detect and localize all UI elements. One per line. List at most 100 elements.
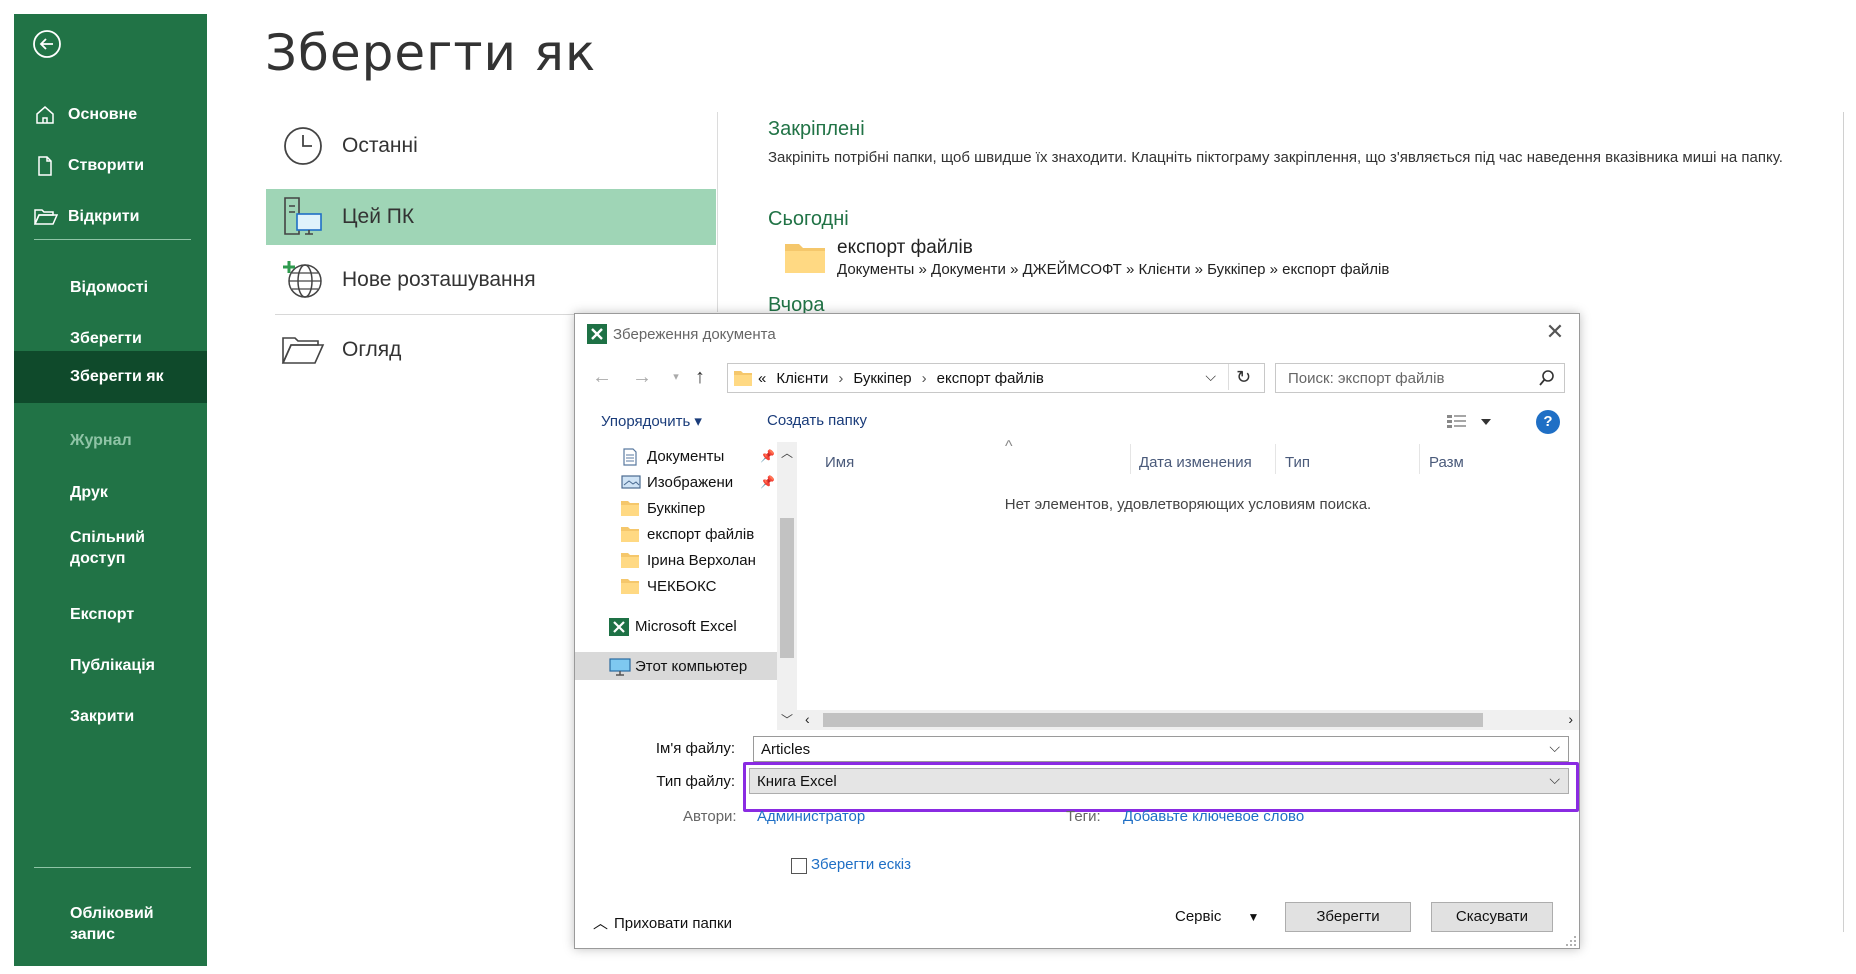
excel-icon <box>609 618 629 636</box>
tree-item-pictures[interactable]: Изображени 📌 <box>621 468 777 496</box>
organize-button[interactable]: Упорядочить ▾ <box>601 412 702 430</box>
save-thumbnail-label[interactable]: Зберегти ескіз <box>811 856 911 873</box>
pinned-description: Закріпіть потрібні папки, щоб швидше їх … <box>768 149 1783 166</box>
nav-open[interactable]: Відкрити <box>14 192 207 242</box>
refresh-icon[interactable]: ↻ <box>1228 364 1258 390</box>
filename-input[interactable]: Articles ⌵ <box>753 736 1569 762</box>
location-this-pc[interactable]: Цей ПК <box>266 189 716 245</box>
chevron-down-icon[interactable]: ⌵ <box>1549 739 1560 756</box>
computer-icon <box>278 195 328 239</box>
folder-open-icon <box>278 328 328 372</box>
tree-item-excel[interactable]: Microsoft Excel <box>609 612 777 640</box>
recent-locations-icon[interactable]: ▾ <box>663 364 689 390</box>
dialog-titlebar[interactable]: Збереження документа <box>587 322 776 346</box>
address-bar[interactable]: « Клієнти › Буккіпер › експорт файлів ⌵ <box>727 363 1265 393</box>
home-icon <box>34 103 64 127</box>
tree-scrollbar[interactable]: ︿ ﹀ <box>777 442 797 730</box>
save-button[interactable]: Зберегти <box>1285 902 1411 932</box>
nav-new[interactable]: Створити <box>14 141 207 191</box>
tags-value[interactable]: Добавьте ключевое слово <box>1123 808 1304 825</box>
breadcrumb-overflow[interactable]: « <box>758 370 766 387</box>
open-folder-icon <box>34 205 64 229</box>
help-icon[interactable]: ? <box>1536 410 1560 434</box>
nav-history: Журнал <box>70 432 132 449</box>
column-header-size[interactable]: Разм <box>1429 454 1464 471</box>
folder-icon <box>621 552 639 568</box>
dropdown-caret-icon: ▼ <box>1247 910 1260 924</box>
breadcrumb-separator-icon[interactable]: › <box>838 370 843 387</box>
nav-info[interactable]: Відомості <box>14 263 207 313</box>
scroll-up-icon[interactable]: ︿ <box>780 444 794 461</box>
nav-share[interactable]: Спільний доступ <box>14 518 207 578</box>
back-arrow-icon[interactable]: ← <box>589 364 615 390</box>
authors-label: Автори: <box>683 808 737 825</box>
column-header-date[interactable]: Дата изменения <box>1139 454 1252 471</box>
scroll-right-icon[interactable]: › <box>1568 711 1573 727</box>
horizontal-scrollbar[interactable]: ‹ › <box>797 710 1579 730</box>
scrollbar-thumb[interactable] <box>823 713 1483 727</box>
nav-print[interactable]: Друк <box>14 468 207 518</box>
tree-item-folder[interactable]: Буккіпер <box>621 494 777 522</box>
up-arrow-icon[interactable]: ↑ <box>687 364 713 390</box>
pin-icon[interactable]: 📌 <box>760 449 775 463</box>
back-arrow-icon[interactable] <box>31 28 63 60</box>
globe-add-icon <box>278 258 328 302</box>
nav-account[interactable]: Обліковий запис <box>14 894 207 954</box>
location-add-place[interactable]: Нове розташування <box>266 252 716 308</box>
navigation-pane: Документы 📌 Изображени 📌 Буккіпер експор… <box>575 442 797 730</box>
tools-dropdown[interactable]: Сервіс ▼ <box>1175 908 1259 925</box>
column-header-type[interactable]: Тип <box>1285 454 1310 471</box>
column-divider[interactable] <box>1130 444 1131 474</box>
new-folder-button[interactable]: Создать папку <box>767 412 867 429</box>
view-options-icon[interactable] <box>1445 412 1495 432</box>
clock-icon <box>278 124 328 168</box>
close-icon[interactable]: ✕ <box>1543 320 1567 344</box>
empty-message: Нет элементов, удовлетворяющих условиям … <box>1004 496 1372 513</box>
cancel-button[interactable]: Скасувати <box>1431 902 1553 932</box>
pin-icon[interactable]: 📌 <box>760 475 775 489</box>
file-list: ^ Имя Дата изменения Тип Разм Нет элемен… <box>797 438 1579 730</box>
chevron-down-icon[interactable]: ⌵ <box>1205 368 1216 385</box>
tree-item-folder[interactable]: ЧЕКБОКС <box>621 572 777 600</box>
resize-grip-icon[interactable] <box>1565 934 1577 946</box>
sidebar-divider <box>34 239 191 240</box>
column-divider[interactable] <box>1419 444 1420 474</box>
computer-icon <box>609 658 631 676</box>
nav-close[interactable]: Закрити <box>14 692 207 742</box>
nav-publish[interactable]: Публікація <box>14 641 207 691</box>
documents-icon <box>621 448 639 466</box>
address-bar-row: ← → ▾ ↑ « Клієнти › Буккіпер › експорт ф… <box>575 358 1579 398</box>
search-icon <box>1538 369 1556 387</box>
tree-item-this-computer[interactable]: Этот компьютер <box>575 652 777 680</box>
nav-export[interactable]: Експорт <box>14 590 207 640</box>
breadcrumb-item[interactable]: Клієнти <box>776 370 828 387</box>
tree-item-folder[interactable]: Ірина Верхолан <box>621 546 777 574</box>
folder-icon <box>734 370 752 386</box>
save-dialog: Збереження документа ✕ ← → ▾ ↑ « Клієнти… <box>574 313 1580 949</box>
nav-home[interactable]: Основне <box>14 90 207 140</box>
breadcrumb-item[interactable]: Буккіпер <box>853 370 911 387</box>
save-thumbnail-checkbox[interactable] <box>791 858 807 874</box>
page-title: Зберегти як <box>265 24 597 82</box>
nav-save-as[interactable]: Зберегти як <box>14 351 207 403</box>
breadcrumb-item[interactable]: експорт файлів <box>937 370 1044 387</box>
authors-value[interactable]: Администратор <box>757 808 865 825</box>
sort-ascending-icon: ^ <box>1005 438 1013 455</box>
column-divider[interactable] <box>1275 444 1276 474</box>
new-document-icon <box>34 154 64 178</box>
scroll-down-icon[interactable]: ﹀ <box>780 711 794 728</box>
hide-folders-button[interactable]: ︿ Приховати папки <box>593 912 732 933</box>
column-header-name[interactable]: Имя <box>825 454 854 471</box>
location-recent[interactable]: Останні <box>266 118 716 174</box>
scroll-left-icon[interactable]: ‹ <box>805 711 810 727</box>
search-input[interactable]: Поиск: экспорт файлів <box>1275 363 1565 393</box>
recent-folder-name[interactable]: експорт файлів <box>837 237 973 259</box>
tree-item-documents[interactable]: Документы 📌 <box>621 442 777 470</box>
scrollbar-thumb[interactable] <box>780 518 794 658</box>
pinned-heading: Закріплені <box>768 118 865 140</box>
sidebar-divider <box>34 867 191 868</box>
pane-divider <box>717 112 718 312</box>
forward-arrow-icon[interactable]: → <box>629 364 655 390</box>
breadcrumb-separator-icon[interactable]: › <box>922 370 927 387</box>
tree-item-folder[interactable]: експорт файлів <box>621 520 777 548</box>
